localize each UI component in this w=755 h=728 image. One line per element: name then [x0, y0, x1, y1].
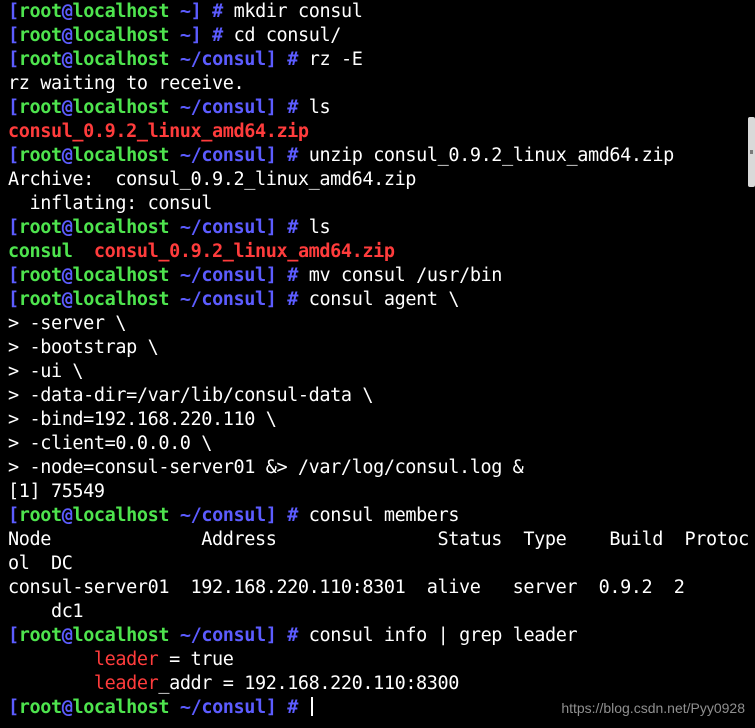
- prompt-user: root: [18, 289, 62, 310]
- text-cursor: [310, 697, 313, 716]
- prompt-cwd: ~/consul: [179, 217, 266, 238]
- prompt-user: root: [18, 265, 62, 286]
- grep-match: leader: [93, 649, 159, 670]
- prompt-host: localhost: [72, 49, 170, 70]
- output-line: > -node=consul-server01 &> /var/log/cons…: [8, 457, 524, 478]
- terminal-window[interactable]: [root@localhost ~] # mkdir consul [root@…: [0, 0, 755, 728]
- grep-match: leader: [93, 673, 159, 694]
- prompt-user: root: [18, 505, 62, 526]
- prompt-line: [root@localhost ~/consul] # mv consul /u…: [8, 265, 503, 286]
- prompt-cwd: ~/consul: [179, 145, 266, 166]
- output-line: > -bind=192.168.220.110 \: [8, 409, 277, 430]
- prompt-host: localhost: [72, 145, 170, 166]
- output-line-archive-file: consul_0.9.2_linux_amd64.zip: [8, 121, 309, 142]
- prompt-host: localhost: [72, 25, 170, 46]
- command-text: consul info | grep: [308, 625, 513, 646]
- scrollbar-grip-icon: [750, 150, 753, 154]
- output-line: > -bootstrap \: [8, 337, 159, 358]
- command-text: unzip consul_0.9.2_linux_amd64.zip: [308, 145, 674, 166]
- prompt-line: [root@localhost ~] # mkdir consul: [8, 1, 363, 22]
- scrollbar-thumb[interactable]: [748, 117, 755, 187]
- prompt-user: root: [18, 25, 62, 46]
- command-text: mkdir consul: [233, 1, 363, 22]
- prompt-line: [root@localhost ~/consul] # consul info …: [8, 625, 578, 646]
- prompt-user: root: [18, 697, 62, 718]
- prompt-cwd: ~/consul: [179, 49, 266, 70]
- prompt-host: localhost: [72, 1, 170, 22]
- prompt-line: [root@localhost ~/consul] # consul agent…: [8, 289, 460, 310]
- command-text: cd consul/: [233, 25, 342, 46]
- prompt-cwd: ~/consul: [179, 625, 266, 646]
- command-text: ls: [308, 217, 331, 238]
- prompt-user: root: [18, 49, 62, 70]
- prompt-line: [root@localhost ~/consul] # unzip consul…: [8, 145, 674, 166]
- command-text: consul agent \: [308, 289, 460, 310]
- prompt-cwd: ~/consul: [179, 697, 266, 718]
- prompt-host: localhost: [72, 697, 170, 718]
- command-text: rz -E: [308, 49, 363, 70]
- prompt-cwd: ~: [179, 25, 191, 46]
- terminal-output: [root@localhost ~] # mkdir consul [root@…: [8, 0, 749, 720]
- prompt-cwd: ~/consul: [179, 289, 266, 310]
- listing-archive-file: consul_0.9.2_linux_amd64.zip: [93, 241, 395, 262]
- prompt-host: localhost: [72, 217, 170, 238]
- members-table-header-wrap: ol DC: [8, 553, 73, 574]
- prompt-user: root: [18, 217, 62, 238]
- prompt-host: localhost: [72, 289, 170, 310]
- output-line: > -client=0.0.0.0 \: [8, 433, 213, 454]
- prompt-host: localhost: [72, 265, 170, 286]
- grep-result-line: leader_addr = 192.168.220.110:8300: [93, 673, 460, 694]
- prompt-host: localhost: [72, 505, 170, 526]
- prompt-line: [root@localhost ~/consul] # ls: [8, 97, 331, 118]
- grep-result-line: leader = true: [93, 649, 234, 670]
- prompt-line: [root@localhost ~] # cd consul/: [8, 25, 342, 46]
- prompt-cwd: ~/consul: [179, 97, 266, 118]
- prompt-cwd: ~: [179, 1, 191, 22]
- prompt-cwd: ~/consul: [179, 265, 266, 286]
- prompt-host: localhost: [72, 625, 170, 646]
- members-table-row-wrap: dc1: [8, 601, 84, 622]
- prompt-line: [root@localhost ~/consul] # ls: [8, 217, 331, 238]
- prompt-line: [root@localhost ~/consul] # rz -E: [8, 49, 363, 70]
- watermark: https://blog.csdn.net/Pyy0928: [561, 700, 745, 716]
- members-table-row: consul-server01 192.168.220.110:8301 ali…: [8, 577, 685, 598]
- command-text: mv consul /usr/bin: [308, 265, 503, 286]
- prompt-user: root: [18, 1, 62, 22]
- output-line: > -server \: [8, 313, 127, 334]
- members-table-header: Node Address Status Type Build Protoc: [8, 529, 749, 550]
- output-line: > -ui \: [8, 361, 84, 382]
- output-line-listing: consul consul_0.9.2_linux_amd64.zip: [8, 240, 749, 264]
- output-line: > -data-dir=/var/lib/consul-data \: [8, 385, 374, 406]
- output-line: [1] 75549: [8, 481, 105, 502]
- command-text: ls: [308, 97, 331, 118]
- prompt-line: [root@localhost ~/consul] # consul membe…: [8, 505, 460, 526]
- prompt-user: root: [18, 625, 62, 646]
- output-line: Archive: consul_0.9.2_linux_amd64.zip: [8, 169, 417, 190]
- prompt-user: root: [18, 145, 62, 166]
- prompt-user: root: [18, 97, 62, 118]
- output-line: inflating: consul: [8, 193, 213, 214]
- command-text-grep-pattern: leader: [512, 625, 578, 646]
- output-line: rz waiting to receive.: [8, 73, 245, 94]
- prompt-host: localhost: [72, 97, 170, 118]
- command-text: consul members: [308, 505, 460, 526]
- listing-executable: consul: [8, 241, 73, 262]
- prompt-cwd: ~/consul: [179, 505, 266, 526]
